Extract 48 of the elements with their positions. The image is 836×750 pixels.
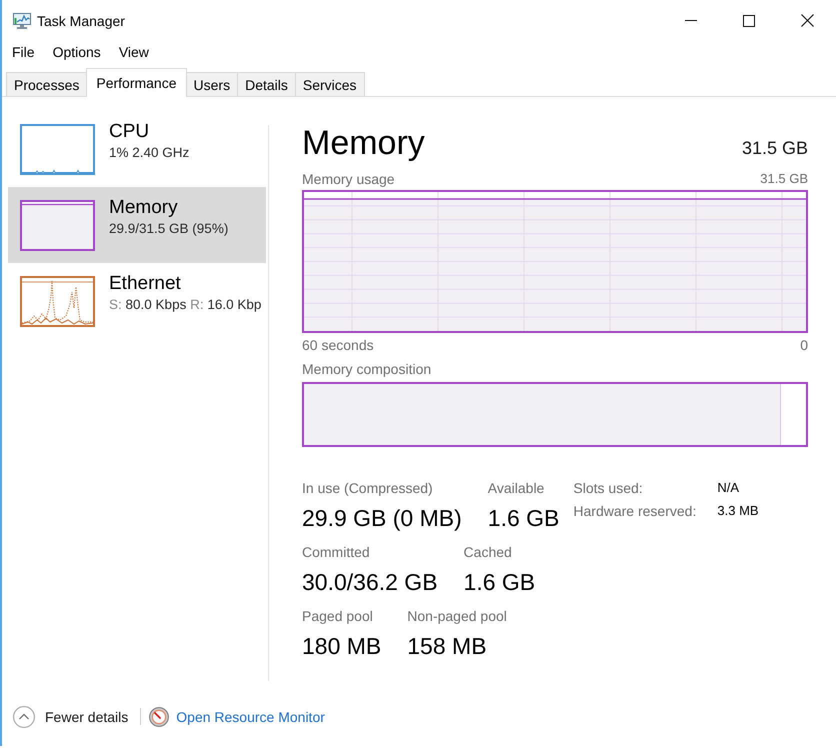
menu-item[interactable]: View bbox=[110, 42, 158, 62]
chevron-up-icon bbox=[13, 706, 35, 728]
monitor-graph-icon bbox=[12, 12, 32, 30]
sidebar-item[interactable]: Ethernet S: 80.0 Kbps R: 16.0 Kbp bbox=[8, 263, 266, 339]
tab[interactable]: Performance bbox=[86, 68, 187, 97]
detail-value: N/A bbox=[717, 480, 740, 496]
stat-label: In use (Compressed) bbox=[302, 480, 434, 496]
detail-label: Slots used: bbox=[573, 480, 644, 496]
item-subtitle: 1% 2.40 GHz bbox=[109, 144, 190, 162]
tab[interactable]: Services bbox=[294, 72, 365, 96]
fewer-details-button[interactable]: Fewer details bbox=[13, 706, 128, 728]
gauge-icon bbox=[149, 706, 170, 726]
total-memory: 31.5 GB bbox=[742, 138, 808, 159]
menu-item[interactable]: Options bbox=[44, 42, 110, 62]
stat-value: 1.6 GB bbox=[464, 568, 536, 596]
stat-label: Non-paged pool bbox=[407, 608, 507, 624]
graph-label: Memory usage bbox=[302, 171, 395, 187]
menu-item[interactable]: File bbox=[3, 42, 44, 62]
item-title: Ethernet bbox=[109, 273, 181, 295]
stat-label: Paged pool bbox=[302, 608, 374, 624]
stat-label: Committed bbox=[302, 544, 371, 560]
maximize-icon[interactable] bbox=[743, 14, 755, 26]
graph-max-label: 31.5 GB bbox=[760, 171, 808, 187]
composition-label: Memory composition bbox=[302, 361, 432, 377]
tab[interactable]: Details bbox=[237, 72, 296, 96]
stat-value: 158 MB bbox=[407, 632, 488, 660]
sidebar-item[interactable]: Memory 29.9/31.5 GB (95%) bbox=[8, 187, 266, 263]
stat-label: Available bbox=[488, 480, 546, 496]
tab[interactable]: Processes bbox=[6, 72, 88, 96]
item-title: CPU bbox=[109, 121, 150, 143]
stat-label: Cached bbox=[464, 544, 513, 560]
time-end-label: 0 bbox=[800, 337, 808, 353]
tab[interactable]: Users bbox=[186, 72, 238, 96]
item-subtitle: S: 80.0 Kbps R: 16.0 Kbp bbox=[109, 296, 262, 314]
stat-value: 1.6 GB bbox=[488, 504, 560, 532]
stat-value: 29.9 GB (0 MB) bbox=[302, 504, 462, 532]
stat-value: 30.0/36.2 GB bbox=[302, 568, 438, 596]
item-title: Memory bbox=[109, 197, 178, 219]
sidebar-item[interactable]: CPU 1% 2.40 GHz bbox=[8, 111, 266, 187]
detail-value: 3.3 MB bbox=[717, 503, 759, 519]
detail-label: Hardware reserved: bbox=[573, 503, 698, 519]
window-title: Task Manager bbox=[37, 12, 125, 28]
time-span-label: 60 seconds bbox=[302, 337, 374, 353]
stat-value: 180 MB bbox=[302, 632, 382, 660]
item-subtitle: 29.9/31.5 GB (95%) bbox=[109, 220, 228, 238]
resource-monitor-link[interactable]: Open Resource Monitor bbox=[176, 708, 325, 724]
close-icon[interactable] bbox=[800, 14, 814, 27]
panel-title: Memory bbox=[302, 123, 425, 163]
